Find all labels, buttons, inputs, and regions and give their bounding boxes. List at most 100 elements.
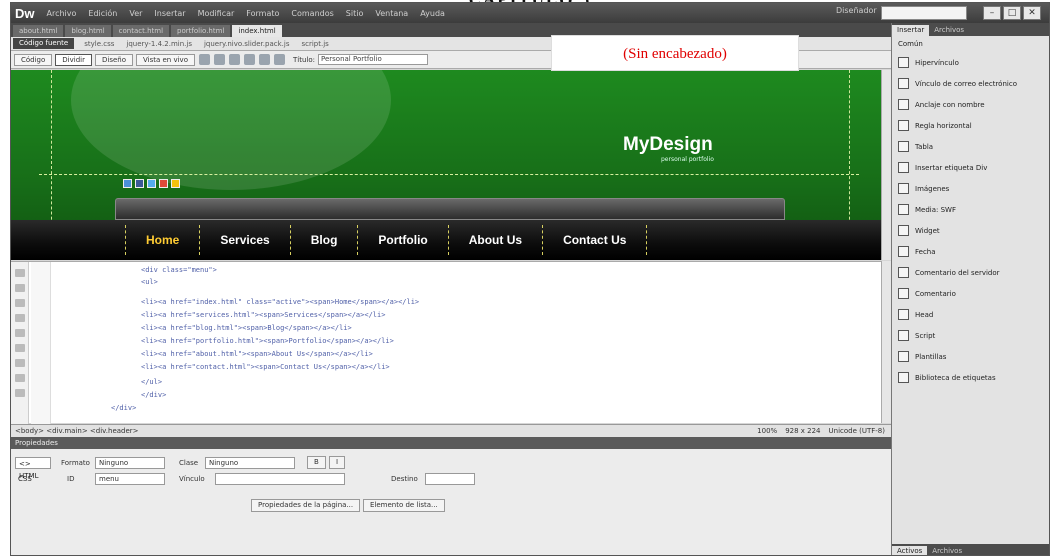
facebook-icon[interactable]: [135, 179, 144, 188]
bold-button[interactable]: B: [307, 456, 326, 469]
id-select[interactable]: menu: [95, 473, 165, 485]
code-line: <li><a href="contact.html"><span>Contact…: [141, 363, 390, 371]
nav-contact[interactable]: Contact Us: [542, 225, 648, 255]
open-documents-icon[interactable]: [15, 269, 25, 277]
menu-modify[interactable]: Modificar: [192, 9, 241, 18]
indent-icon[interactable]: [15, 389, 25, 397]
workspace-switcher[interactable]: Diseñador: [836, 6, 877, 15]
nav-services[interactable]: Services: [199, 225, 289, 255]
line-numbers-icon[interactable]: [15, 329, 25, 337]
tab-portfolio[interactable]: portfolio.html: [171, 25, 231, 37]
related-file-style[interactable]: style.css: [78, 40, 120, 48]
collapse-tag-icon[interactable]: [15, 284, 25, 292]
menu-edit[interactable]: Edición: [82, 9, 123, 18]
insert-item[interactable]: Hipervínculo: [892, 52, 1049, 73]
insert-item[interactable]: Tabla: [892, 136, 1049, 157]
nav-blog[interactable]: Blog: [289, 225, 358, 255]
code-line: <li><a href="blog.html"><span>Blog</span…: [141, 324, 352, 332]
nav-portfolio[interactable]: Portfolio: [357, 225, 447, 255]
tag-selector[interactable]: <body> <div.main> <div.header>: [11, 427, 139, 435]
menu-site[interactable]: Sitio: [340, 9, 370, 18]
menu-file[interactable]: Archivo: [41, 9, 83, 18]
multiscreen-icon[interactable]: [228, 54, 240, 65]
insert-item[interactable]: Regla horizontal: [892, 115, 1049, 136]
menu-help[interactable]: Ayuda: [414, 9, 451, 18]
insert-item[interactable]: Imágenes: [892, 178, 1049, 199]
class-select[interactable]: Ninguno: [205, 457, 295, 469]
insert-item[interactable]: Comentario del servidor: [892, 262, 1049, 283]
italic-button[interactable]: I: [329, 456, 346, 469]
expand-all-icon[interactable]: [15, 299, 25, 307]
related-file-script[interactable]: script.js: [295, 40, 334, 48]
split-view-button[interactable]: Dividir: [55, 53, 92, 66]
format-select[interactable]: Ninguno: [95, 457, 165, 469]
insert-item[interactable]: Anclaje con nombre: [892, 94, 1049, 115]
help-search-input[interactable]: [881, 6, 967, 20]
properties-header[interactable]: Propiedades: [11, 437, 891, 449]
insert-item[interactable]: Script: [892, 325, 1049, 346]
google-icon[interactable]: [159, 179, 168, 188]
preview-browser-icon[interactable]: [243, 54, 255, 65]
css-mode-button[interactable]: CSS: [15, 473, 51, 485]
live-code-icon[interactable]: [198, 54, 210, 65]
tab-assets[interactable]: Activos: [892, 546, 928, 555]
menu-insert[interactable]: Insertar: [148, 9, 191, 18]
tab-files[interactable]: Archivos: [929, 25, 969, 36]
live-view-button[interactable]: Vista en vivo: [136, 53, 195, 66]
refresh-icon[interactable]: [273, 54, 285, 65]
code-scrollbar[interactable]: [881, 261, 891, 423]
menu-view[interactable]: Ver: [123, 9, 148, 18]
insert-item[interactable]: Insertar etiqueta Div: [892, 157, 1049, 178]
code-view-button[interactable]: Código: [14, 53, 53, 66]
close-button[interactable]: ✕: [1023, 6, 1041, 20]
menu-window[interactable]: Ventana: [369, 9, 414, 18]
related-file-jquery[interactable]: jquery-1.4.2.min.js: [120, 40, 198, 48]
insert-item[interactable]: Vínculo de correo electrónico: [892, 73, 1049, 94]
link-input[interactable]: [215, 473, 345, 485]
select-parent-icon[interactable]: [15, 314, 25, 322]
menu-format[interactable]: Formato: [240, 9, 285, 18]
list-item-button[interactable]: Elemento de lista...: [363, 499, 445, 512]
tab-index[interactable]: index.html: [232, 25, 282, 37]
insert-item[interactable]: Media: SWF: [892, 199, 1049, 220]
twitter-icon[interactable]: [147, 179, 156, 188]
nav-home[interactable]: Home: [125, 225, 199, 255]
maximize-button[interactable]: □: [1003, 6, 1021, 20]
app-logo: Dw: [15, 5, 35, 21]
insert-item[interactable]: Comentario: [892, 283, 1049, 304]
target-select[interactable]: [425, 473, 475, 485]
design-view-button[interactable]: Diseño: [95, 53, 134, 66]
tab-files-bottom[interactable]: Archivos: [927, 546, 967, 555]
title-input[interactable]: Personal Portfolio: [317, 54, 428, 65]
wrap-icon[interactable]: [15, 359, 25, 367]
tab-contact[interactable]: contact.html: [112, 25, 170, 37]
code-view[interactable]: <div class="menu"> <ul> <li><a href="ind…: [11, 261, 881, 424]
highlight-invalid-icon[interactable]: [15, 344, 25, 352]
menu-commands[interactable]: Comandos: [285, 9, 339, 18]
tab-about[interactable]: about.html: [13, 25, 64, 37]
hyperlink-icon: [898, 57, 909, 68]
insert-item[interactable]: Biblioteca de etiquetas: [892, 367, 1049, 388]
category-select[interactable]: Común: [892, 36, 1049, 52]
insert-item[interactable]: Fecha: [892, 241, 1049, 262]
comment-icon[interactable]: [15, 374, 25, 382]
insert-item[interactable]: Widget: [892, 220, 1049, 241]
design-view[interactable]: MyDesign personal portfolio Home Service…: [11, 70, 881, 260]
rss-icon[interactable]: [123, 179, 132, 188]
html-mode-button[interactable]: <> HTML: [15, 457, 51, 480]
related-file-nivo[interactable]: jquery.nivo.slider.pack.js: [198, 40, 296, 48]
minimize-button[interactable]: –: [983, 6, 1001, 20]
design-scrollbar[interactable]: [881, 70, 891, 260]
insert-item[interactable]: Plantillas: [892, 346, 1049, 367]
page-properties-button[interactable]: Propiedades de la página...: [251, 499, 361, 512]
source-code-button[interactable]: Código fuente: [13, 38, 75, 49]
tab-blog[interactable]: blog.html: [65, 25, 111, 37]
coding-toolbar: [11, 262, 29, 424]
email-icon[interactable]: [171, 179, 180, 188]
insert-item[interactable]: Head: [892, 304, 1049, 325]
inspect-icon[interactable]: [213, 54, 225, 65]
tab-insert[interactable]: Insertar: [892, 25, 930, 36]
site-nav: Home Services Blog Portfolio About Us Co…: [11, 220, 881, 260]
file-management-icon[interactable]: [258, 54, 270, 65]
nav-about[interactable]: About Us: [447, 225, 542, 255]
